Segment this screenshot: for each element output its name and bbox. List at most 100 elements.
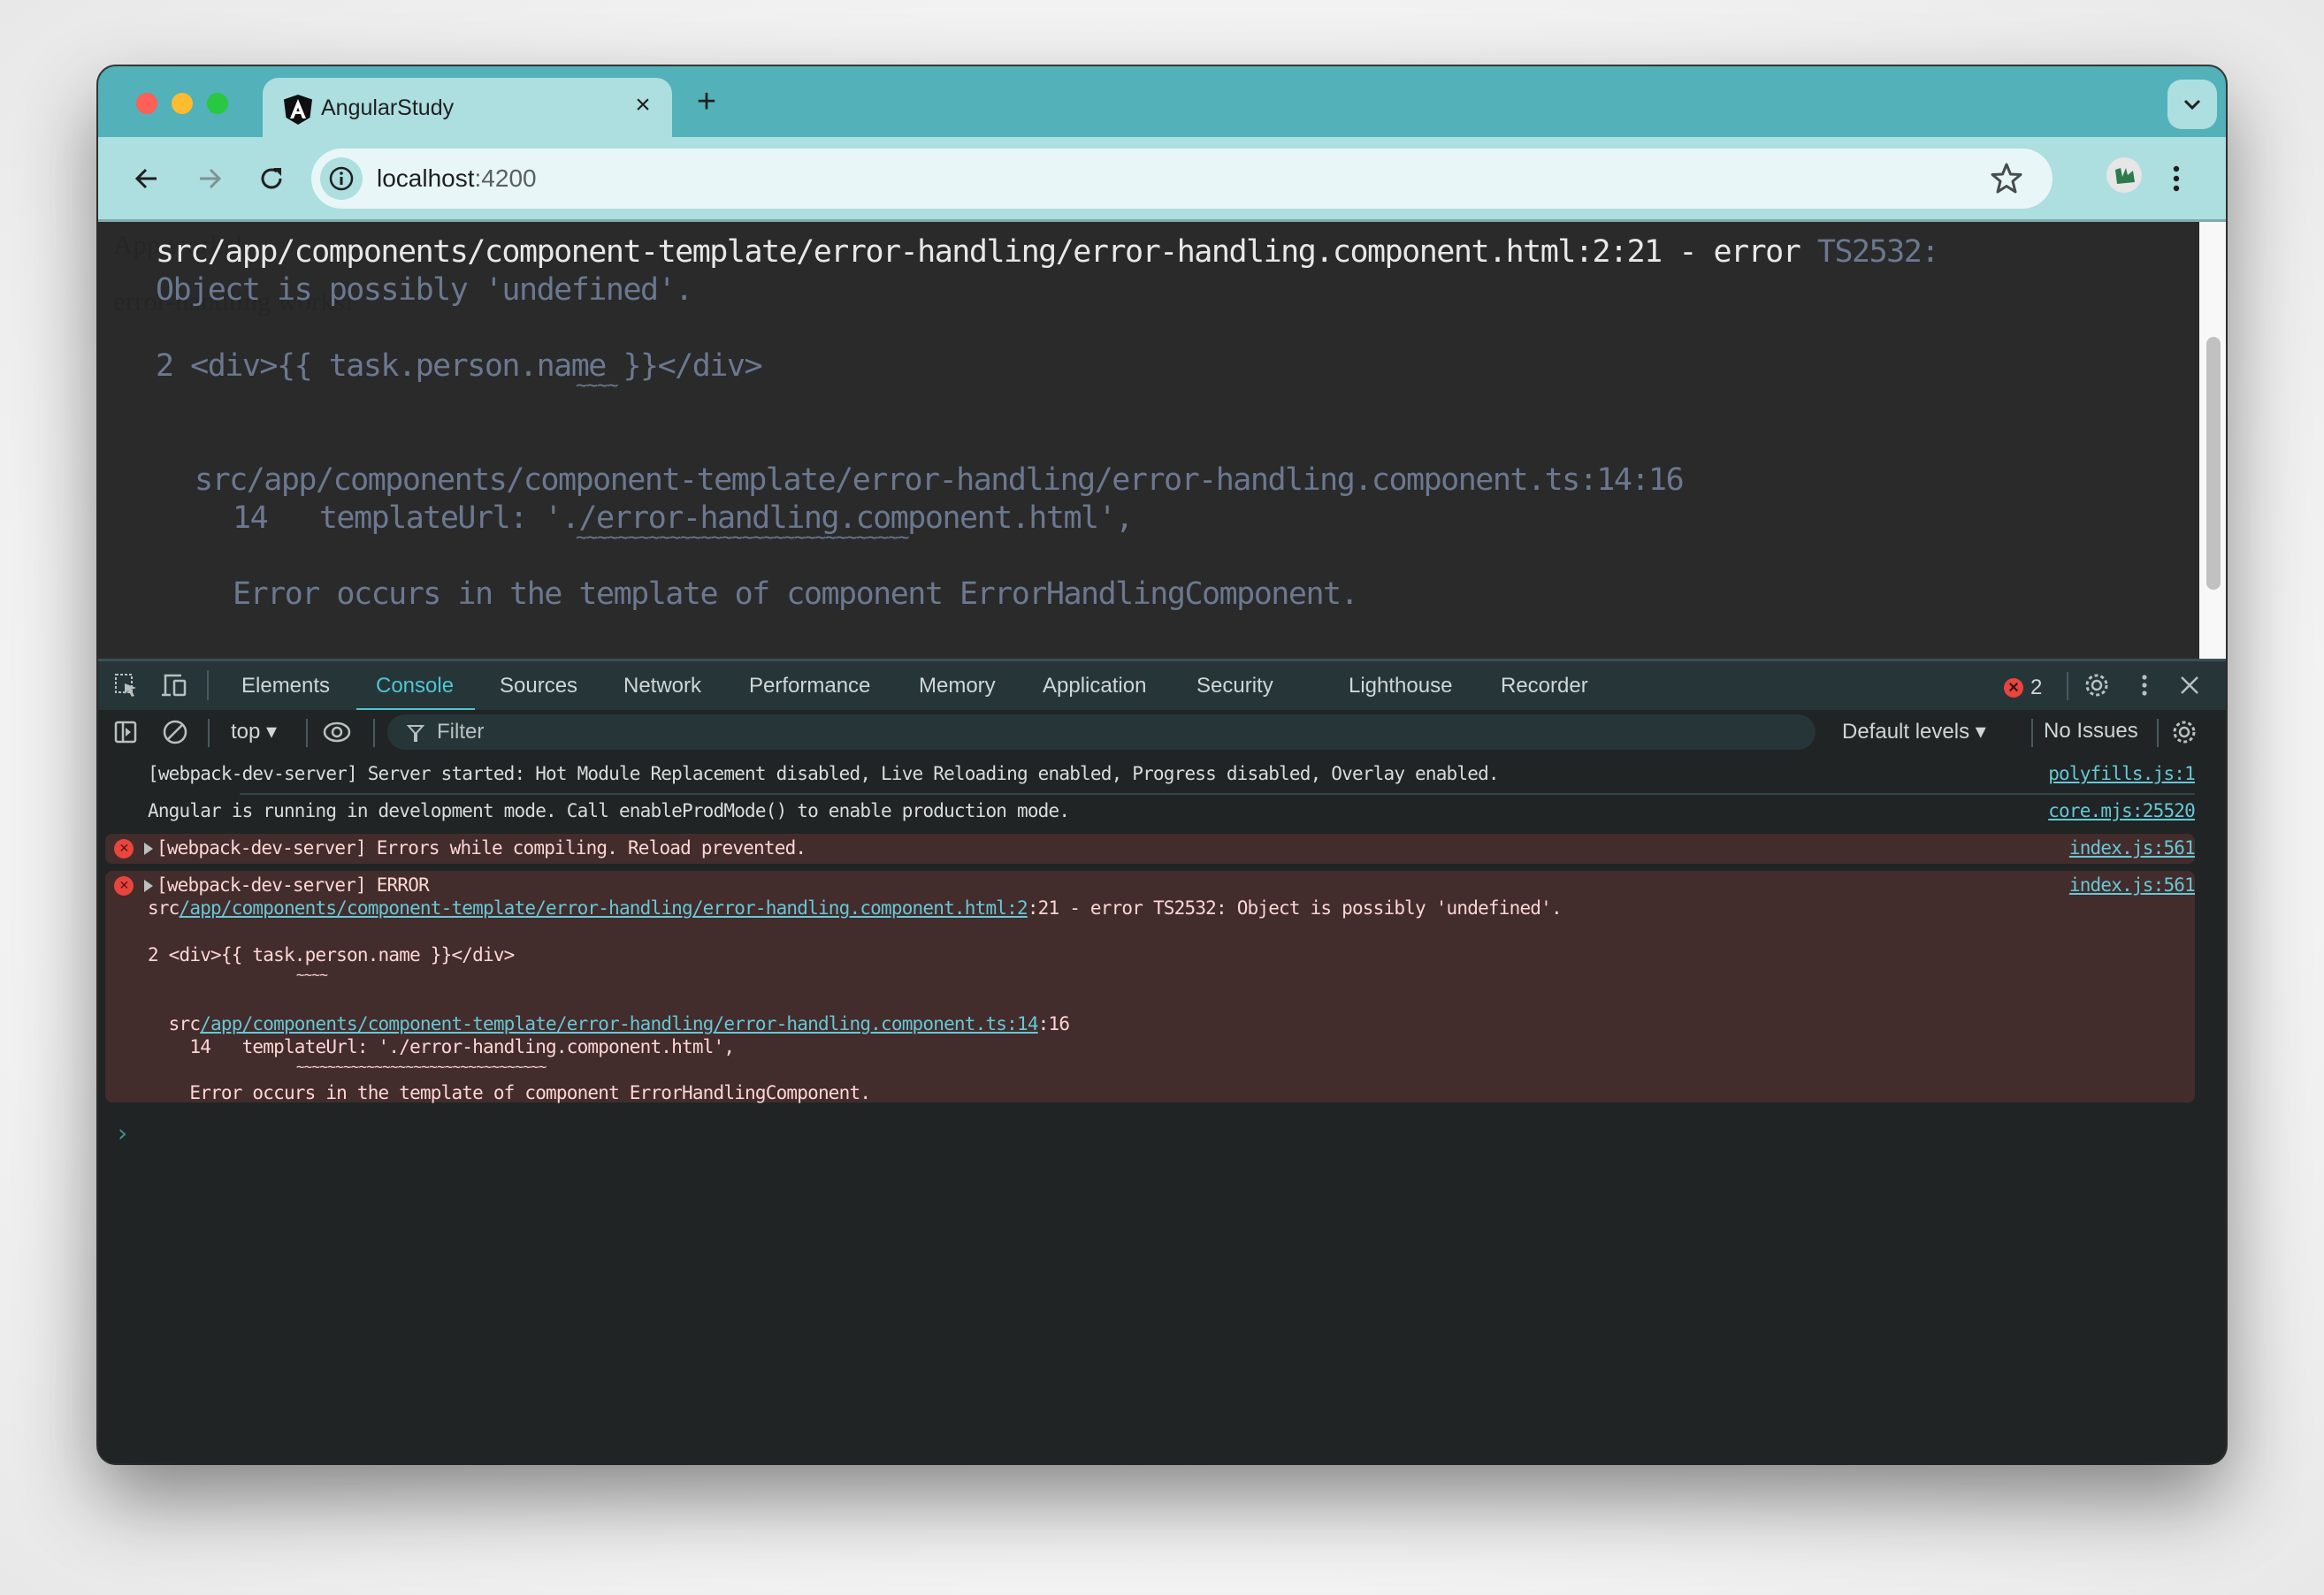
overlay-component-message: Error occurs in the template of componen… (233, 576, 1359, 612)
path-prefix: src (148, 897, 180, 919)
url-host: localhost (377, 164, 475, 192)
overlay-squiggle: ~~~~ (576, 375, 618, 397)
console-message-text: [webpack-dev-server] Server started: Hot… (148, 763, 1500, 784)
maximize-window-button[interactable] (207, 93, 228, 114)
error-icon: ✕ (2004, 678, 2023, 698)
back-button[interactable] (126, 158, 167, 199)
source-link[interactable]: core.mjs:25520 (2048, 800, 2196, 821)
error-detail-line: src/app/components/component-template/er… (148, 1013, 1070, 1034)
overlay-error-code: TS2532: (1816, 234, 1940, 270)
expand-triangle-icon[interactable] (144, 843, 153, 855)
devtools-tab-performance[interactable]: Performance (749, 661, 870, 710)
live-expression-button[interactable] (322, 717, 352, 747)
devtools-tab-console[interactable]: Console (355, 661, 476, 713)
console-prompt-icon[interactable]: › (118, 1118, 127, 1148)
devtools-more-button[interactable] (2129, 670, 2160, 700)
dinosaur-avatar-icon (2115, 168, 2135, 184)
devtools-tab-application[interactable]: Application (1043, 661, 1146, 710)
error-component-message: Error occurs in the template of componen… (148, 1082, 871, 1103)
expand-triangle-icon[interactable] (144, 880, 153, 892)
show-sidebar-button[interactable] (111, 717, 141, 747)
webpack-error-overlay[interactable]: src/app/components/component-template/er… (98, 222, 2199, 659)
profile-avatar[interactable] (2106, 157, 2142, 193)
inspect-element-button[interactable] (111, 670, 141, 700)
error-count-badge[interactable]: ✕ 2 (2004, 675, 2042, 700)
reload-button[interactable] (252, 158, 293, 199)
arrow-right-icon (200, 168, 222, 189)
chevron-down-icon (2183, 99, 2201, 111)
source-link[interactable]: polyfills.js:1 (2048, 763, 2196, 784)
gear-icon (2085, 674, 2108, 697)
overlay-ref-path: src/app/components/component-template/er… (195, 462, 1685, 498)
overlay-error-message: Object is possibly 'undefined'. (156, 272, 693, 308)
site-info-button[interactable] (320, 157, 363, 200)
browser-toolbar: localhost:4200 (98, 137, 2226, 222)
device-toolbar-button[interactable] (160, 670, 190, 700)
devtools-settings-button[interactable] (2082, 670, 2112, 700)
console-filter-input[interactable]: Filter (387, 714, 1816, 750)
html-file-link[interactable]: /app/components/component-template/error… (180, 897, 1028, 919)
overlay-error-path: src/app/components/component-template/er… (156, 234, 1817, 270)
devtools-close-button[interactable] (2175, 670, 2205, 700)
source-link[interactable]: index.js:561 (2069, 874, 2196, 896)
devtools-tab-security[interactable]: Security (1196, 661, 1273, 710)
tab-close-icon[interactable]: × (628, 90, 658, 120)
console-error-message[interactable]: ✕ [webpack-dev-server] Errors while comp… (105, 834, 2196, 864)
tab-search-button[interactable] (2167, 80, 2217, 129)
browser-tab-active[interactable]: AngularStudy × (263, 78, 672, 140)
devtools-tab-memory[interactable]: Memory (919, 661, 996, 710)
more-vert-icon (2173, 165, 2180, 192)
error-count: 2 (2030, 675, 2043, 699)
divider (306, 719, 308, 747)
more-vert-icon (2142, 675, 2147, 696)
new-tab-button[interactable]: + (689, 84, 724, 119)
tab-strip: AngularStudy × + (98, 66, 2226, 140)
devtools-tab-network[interactable]: Network (623, 661, 701, 710)
divider (208, 719, 210, 747)
ts-file-link[interactable]: /app/components/component-template/error… (200, 1013, 1038, 1034)
devtools-tab-lighthouse[interactable]: Lighthouse (1349, 661, 1452, 710)
issues-button[interactable]: No Issues (2044, 719, 2138, 744)
info-icon (329, 166, 354, 191)
console-message-text: [webpack-dev-server] Errors while compil… (157, 837, 807, 859)
console-message-text: [webpack-dev-server] ERROR (157, 874, 430, 896)
source-link[interactable]: index.js:561 (2069, 837, 2196, 859)
console-error-message[interactable]: ✕ [webpack-dev-server] ERROR index.js:56… (105, 871, 2196, 1103)
devtools-tab-bar: Elements Console Sources Network Perform… (98, 659, 2226, 713)
devtools-tab-sources[interactable]: Sources (500, 661, 577, 710)
sidebar-icon (114, 721, 137, 744)
devtools-tab-elements[interactable]: Elements (241, 661, 330, 710)
eye-icon (323, 721, 351, 743)
inspect-cursor-icon (115, 674, 136, 697)
close-window-button[interactable] (136, 93, 157, 114)
minimize-window-button[interactable] (172, 93, 193, 114)
divider (2031, 719, 2033, 747)
log-levels-dropdown[interactable]: Default levels ▾ (1842, 719, 1986, 744)
console-output: [webpack-dev-server] Server started: Hot… (98, 756, 2226, 1463)
scrollbar-thumb[interactable] (2206, 337, 2221, 590)
overlay-code-line: 2 <div>{{ task.person.name }}</div> (156, 348, 763, 384)
error-code-line: 2 <div>{{ task.person.name }}</div> (148, 944, 515, 965)
browser-menu-button[interactable] (2167, 158, 2185, 199)
bookmark-star-icon[interactable] (1989, 161, 2024, 196)
console-settings-button[interactable] (2169, 717, 2199, 747)
devtools-tab-recorder[interactable]: Recorder (1501, 661, 1588, 710)
context-selector[interactable]: top ▾ (231, 719, 277, 744)
device-mode-icon (162, 674, 187, 697)
error-text: :16 (1037, 1013, 1070, 1034)
divider (2067, 672, 2068, 700)
filter-placeholder: Filter (437, 720, 485, 744)
console-message: Angular is running in development mode. … (105, 793, 2196, 828)
forward-button[interactable] (189, 158, 230, 199)
error-icon: ✕ (114, 876, 134, 896)
error-ref-code: 14 templateUrl: './error-handling.compon… (148, 1036, 735, 1057)
console-toolbar: top ▾ Filter Default levels ▾ No Issues (98, 710, 2226, 755)
url-text[interactable]: localhost:4200 (377, 164, 537, 193)
page-scrollbar[interactable] (2199, 222, 2226, 659)
clear-console-button[interactable] (160, 717, 190, 747)
url-port: :4200 (474, 164, 537, 192)
address-bar[interactable]: localhost:4200 (311, 149, 2053, 209)
tab-title: AngularStudy (321, 95, 455, 120)
divider (207, 670, 209, 700)
reload-icon (261, 168, 282, 189)
